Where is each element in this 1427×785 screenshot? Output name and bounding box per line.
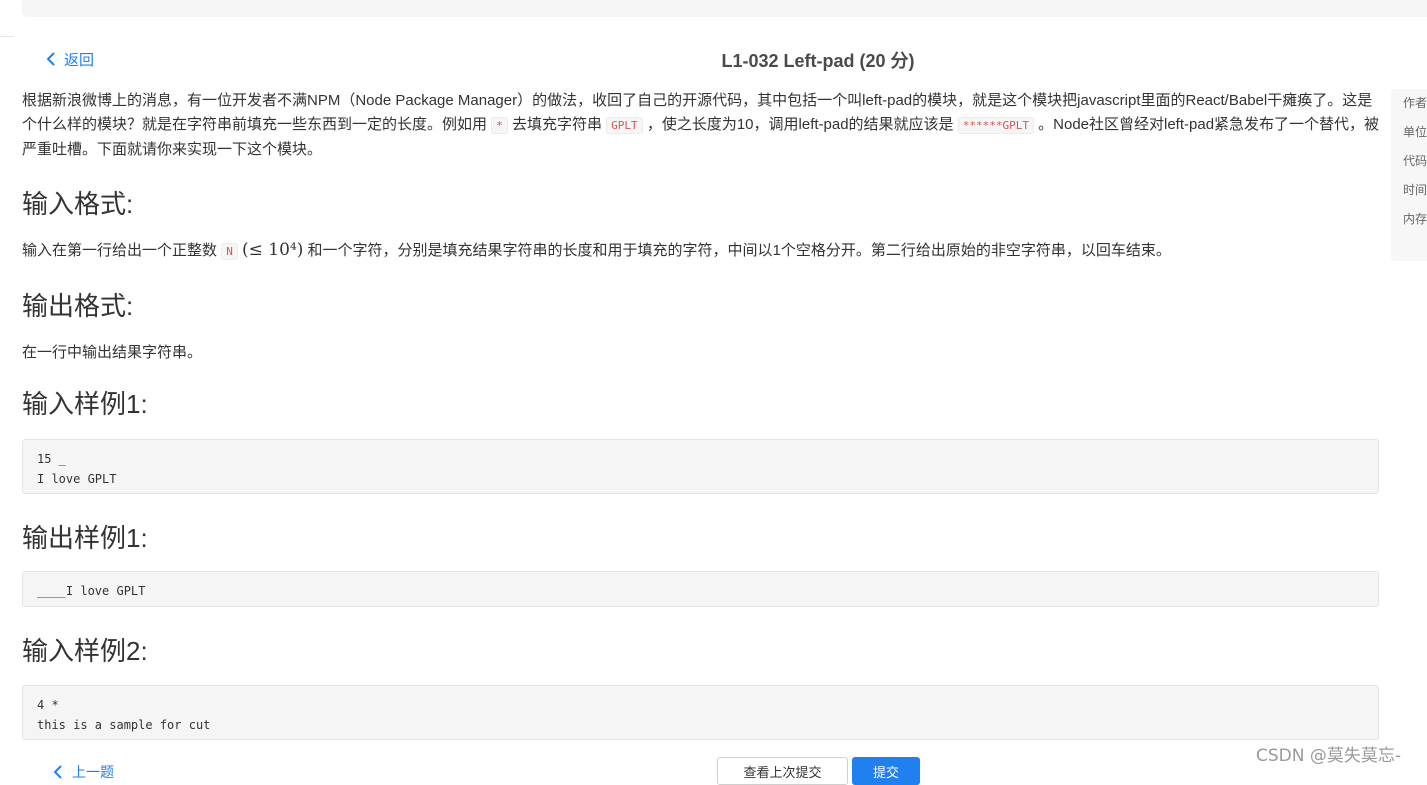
view-last-submission-button[interactable]: 查看上次提交	[717, 757, 848, 785]
output-format-heading: 输出格式:	[22, 291, 134, 321]
math-expression: (≤ 10⁴)	[241, 240, 304, 260]
side-item-time: 时间	[1403, 183, 1427, 197]
inline-code: *	[491, 117, 508, 134]
watermark: CSDN @莫失莫忘-	[1256, 746, 1402, 766]
side-item-memory: 内存	[1403, 212, 1427, 226]
inline-code: N	[221, 243, 238, 260]
chevron-left-icon	[47, 52, 55, 66]
back-label: 返回	[64, 51, 95, 69]
sample-input-2-heading: 输入样例2:	[22, 636, 148, 666]
inline-code: ******GPLT	[957, 117, 1034, 134]
divider	[0, 36, 14, 37]
back-button[interactable]: 返回	[44, 48, 94, 70]
side-item-unit: 单位	[1403, 125, 1427, 139]
sample-output-1: ____I love GPLT	[22, 571, 1379, 607]
output-format-text: 在一行中输出结果字符串。	[22, 344, 203, 361]
prev-problem-label: 上一题	[72, 764, 114, 780]
input-text: 和一个字符，分别是填充结果字符串的长度和用于填充的字符，中间以1个空格分开。第二…	[307, 242, 1171, 259]
submit-button[interactable]: 提交	[852, 757, 920, 785]
problem-description: 根据新浪微博上的消息，有一位开发者不满NPM（Node Package Mana…	[22, 89, 1382, 162]
top-bar	[22, 0, 1427, 17]
sample-input-2: 4 * this is a sample for cut	[22, 685, 1379, 740]
input-format-heading: 输入格式:	[22, 189, 134, 219]
description-text: ，使之长度为10，调用left-pad的结果就应该是	[646, 116, 954, 133]
side-item-code: 代码	[1403, 154, 1427, 168]
chevron-left-icon	[54, 765, 62, 779]
input-format-text: 输入在第一行给出一个正整数 N (≤ 10⁴) 和一个字符，分别是填充结果字符串…	[22, 239, 1171, 260]
input-text: 输入在第一行给出一个正整数	[22, 242, 218, 259]
side-item-author: 作者	[1403, 96, 1427, 110]
page-title: L1-032 Left-pad (20 分)	[721, 51, 915, 71]
sample-input-1-heading: 输入样例1:	[22, 389, 148, 419]
description-text: 去填充字符串	[511, 116, 602, 133]
prev-problem-button[interactable]: 上一题	[52, 762, 114, 782]
sample-input-1: 15 _ I love GPLT	[22, 439, 1379, 494]
inline-code: GPLT	[606, 117, 643, 134]
side-info-panel: 作者 单位 代码 时间 内存	[1391, 89, 1427, 261]
sample-output-1-heading: 输出样例1:	[22, 523, 148, 553]
